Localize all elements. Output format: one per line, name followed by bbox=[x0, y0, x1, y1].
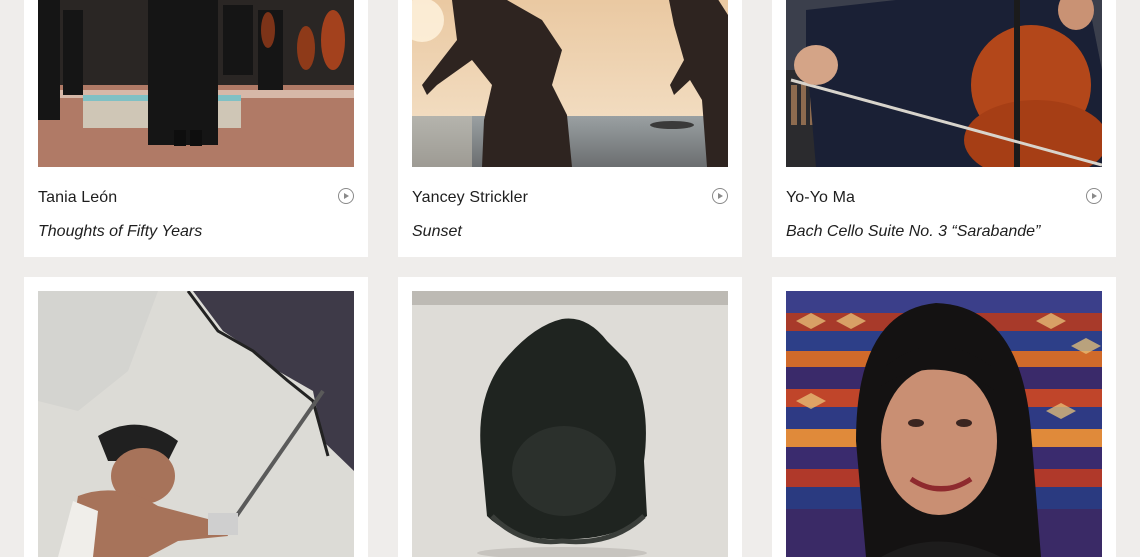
media-card-yo-yo-ma[interactable]: Yo-Yo Ma Bach Cello Suite No. 3 “Saraban… bbox=[772, 0, 1116, 257]
artist-name[interactable]: Yancey Strickler bbox=[412, 189, 528, 207]
thumbnail-cellist[interactable] bbox=[786, 0, 1102, 167]
work-title[interactable]: Bach Cello Suite No. 3 “Sarabande” bbox=[786, 223, 1040, 241]
artist-name[interactable]: Tania León bbox=[38, 189, 117, 207]
work-title[interactable]: Sunset bbox=[412, 223, 462, 241]
thumbnail-hooded-sculpture[interactable] bbox=[412, 291, 728, 557]
thumbnail-beach-sunset[interactable] bbox=[412, 0, 728, 167]
artist-name[interactable]: Yo-Yo Ma bbox=[786, 189, 855, 207]
media-card-poet-portrait[interactable] bbox=[772, 277, 1116, 557]
play-circle-icon[interactable] bbox=[1086, 188, 1102, 204]
work-title[interactable]: Thoughts of Fifty Years bbox=[38, 223, 202, 241]
media-card-tania-leon[interactable]: Tania León Thoughts of Fifty Years bbox=[24, 0, 368, 257]
thumbnail-poet-portrait[interactable] bbox=[786, 291, 1102, 557]
play-circle-icon[interactable] bbox=[338, 188, 354, 204]
media-card-mural-painter[interactable] bbox=[24, 277, 368, 557]
thumbnail-mural-painter[interactable] bbox=[38, 291, 354, 557]
thumbnail-orchestra[interactable] bbox=[38, 0, 354, 167]
media-card-yancey-strickler[interactable]: Yancey Strickler Sunset bbox=[398, 0, 742, 257]
media-grid: Tania León Thoughts of Fifty Years Yance… bbox=[0, 0, 1140, 557]
play-circle-icon[interactable] bbox=[712, 188, 728, 204]
media-card-hooded-sculpture[interactable] bbox=[398, 277, 742, 557]
